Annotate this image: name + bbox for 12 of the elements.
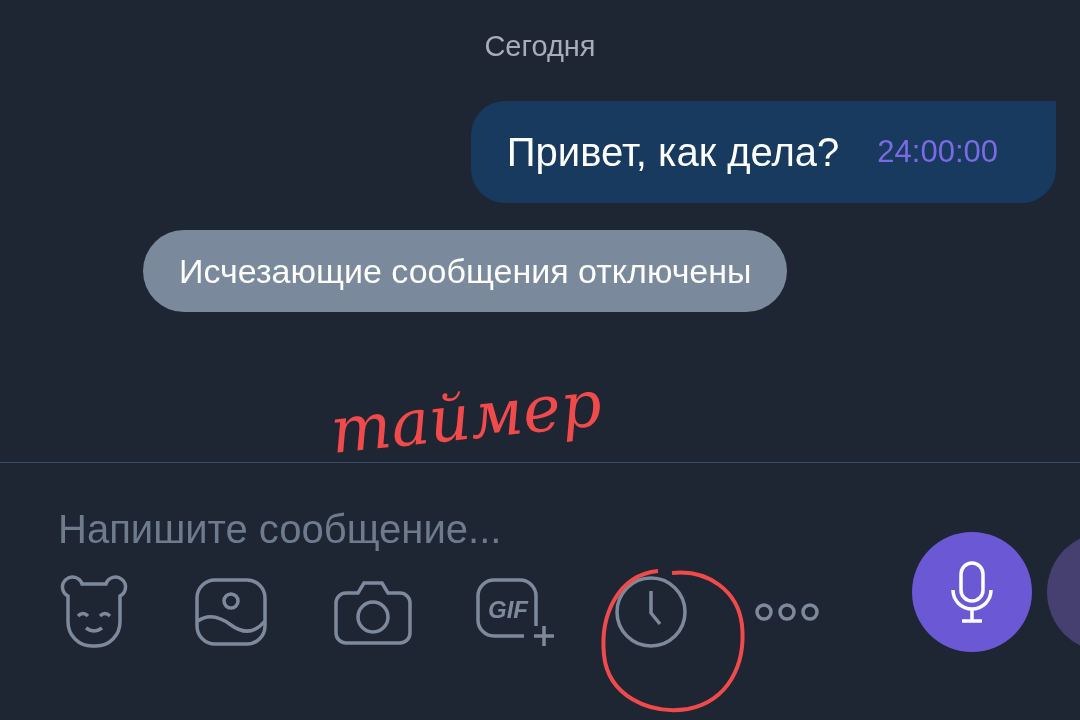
system-notice: Исчезающие сообщения отключены xyxy=(143,230,788,312)
image-icon xyxy=(194,577,268,647)
handwritten-annotation: таймер xyxy=(327,370,605,464)
message-input[interactable]: Напишите сообщение... xyxy=(58,507,618,552)
microphone-icon xyxy=(950,560,994,624)
clock-icon xyxy=(614,575,688,649)
message-text: Привет, как дела? xyxy=(506,129,840,175)
date-divider: Сегодня xyxy=(484,30,596,63)
message-time: 24:00:00 xyxy=(877,134,998,170)
more-icon xyxy=(754,602,820,622)
camera-icon xyxy=(334,579,412,645)
gif-button[interactable]: GIF xyxy=(474,572,614,652)
